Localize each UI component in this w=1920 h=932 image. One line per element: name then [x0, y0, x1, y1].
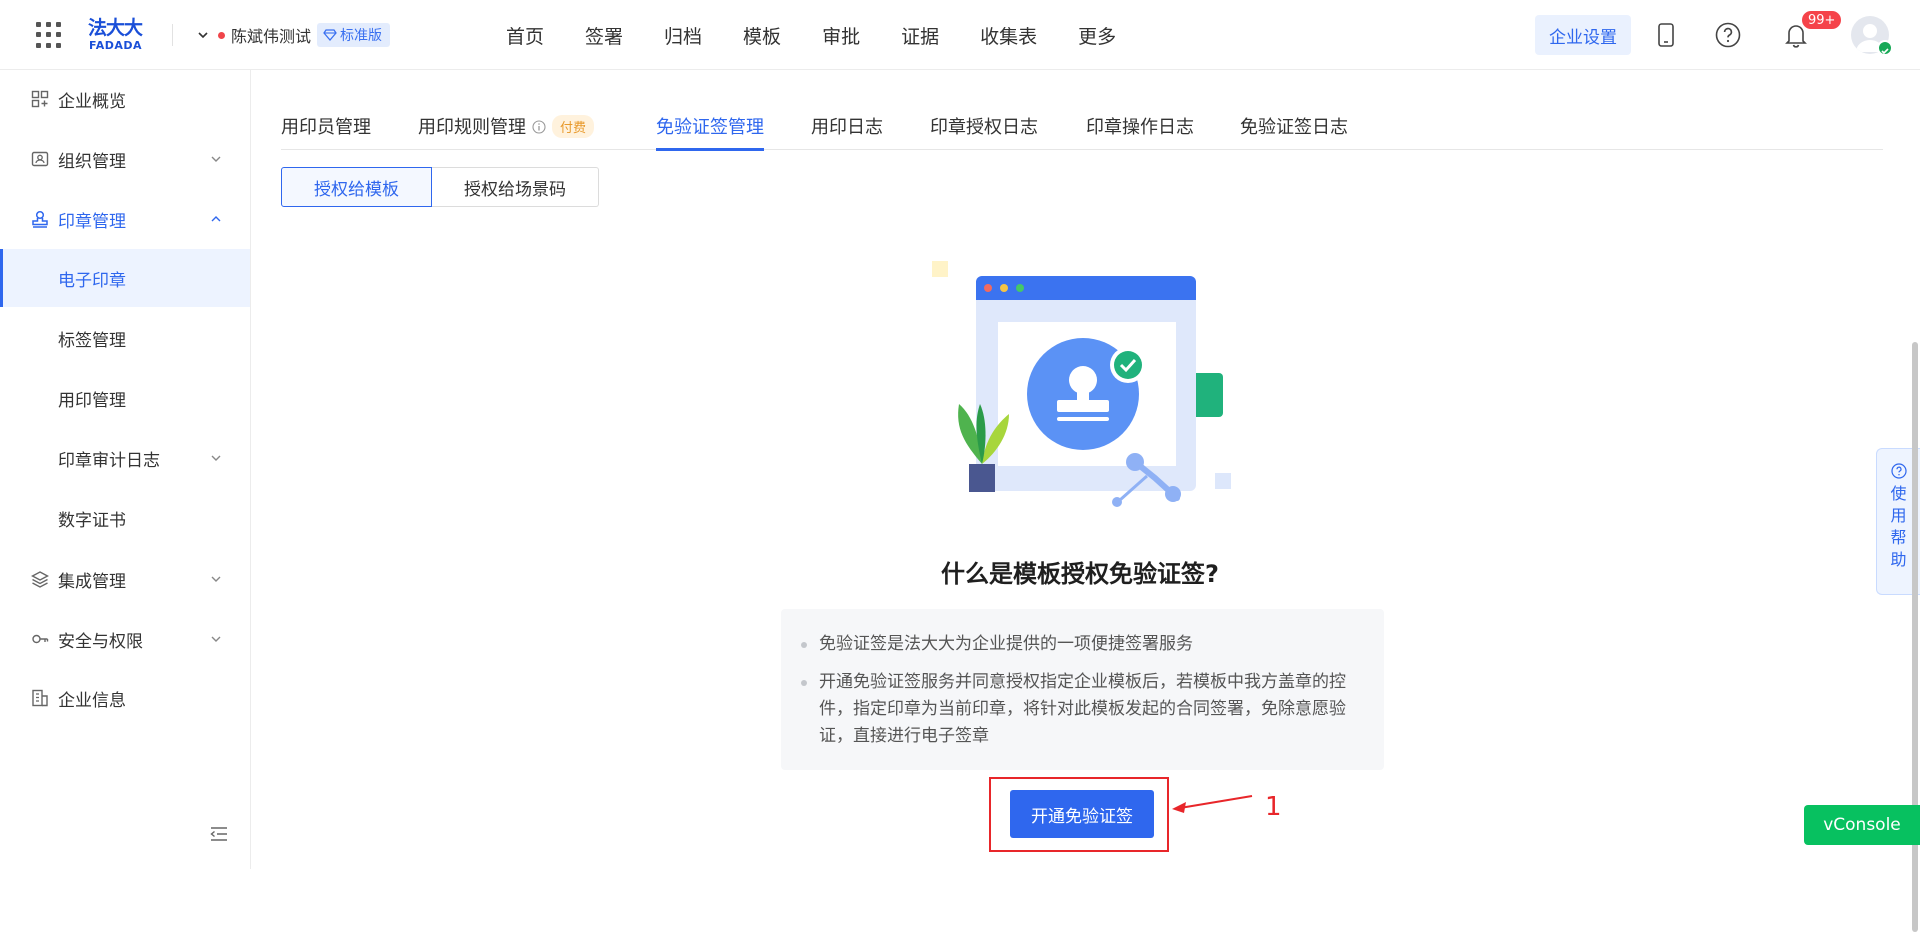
- description-box: 免验证签是法大大为企业提供的一项便捷签署服务 开通免验证签服务并同意授权指定企业…: [781, 609, 1384, 770]
- nav-home[interactable]: 首页: [506, 22, 544, 49]
- sidebar-item-seal[interactable]: 印章管理: [0, 190, 250, 248]
- layers-icon: [31, 571, 49, 588]
- org-icon: [31, 151, 49, 167]
- tab-bar: 用印员管理 用印规则管理 付费 免验证签管理 用印日志 印章授权日志 印章操作日志…: [281, 100, 1883, 151]
- sidebar-item-label: 数字证书: [58, 510, 126, 531]
- sidebar-item-label: 企业概览: [58, 91, 126, 112]
- auth-type-segment: 授权给模板 授权给场景码: [281, 167, 599, 207]
- description-item: 开通免验证签服务并同意授权指定企业模板后，若模板中我方盖章的控件，指定印章为当前…: [801, 669, 1362, 750]
- tab-seal-rules[interactable]: 用印规则管理 付费: [418, 113, 595, 150]
- sidebar-item-org[interactable]: 组织管理: [0, 130, 250, 188]
- tab-auth-log[interactable]: 印章授权日志: [930, 113, 1038, 150]
- edition-badge: 标准版: [317, 23, 391, 47]
- sidebar-item-label: 安全与权限: [58, 631, 143, 652]
- sidebar-item-enterprise-info[interactable]: 企业信息: [0, 669, 250, 727]
- segment-scene-code[interactable]: 授权给场景码: [432, 167, 599, 207]
- nav-archive[interactable]: 归档: [664, 22, 702, 49]
- chevron-down-icon: [211, 455, 221, 461]
- chevron-down-icon: [211, 576, 221, 582]
- enable-exempt-sign-button[interactable]: 开通免验证签: [1010, 790, 1154, 838]
- sidebar-item-label: 企业信息: [58, 690, 126, 711]
- chevron-down-icon: [198, 32, 208, 39]
- collapse-sidebar-icon[interactable]: [210, 826, 228, 842]
- tab-seal-log[interactable]: 用印日志: [811, 113, 883, 150]
- nav-evidence[interactable]: 证据: [901, 22, 939, 49]
- mobile-icon[interactable]: [1651, 20, 1681, 50]
- help-circle-icon[interactable]: [1713, 20, 1743, 50]
- fadada-logo[interactable]: 法大大 FADADA: [88, 18, 152, 52]
- status-dot: [218, 31, 225, 39]
- sidebar: 企业概览 组织管理 印章管理 电子印章 标签管理 用印管理 印章审计日志 数字证…: [0, 70, 251, 869]
- scrollbar[interactable]: [1912, 72, 1918, 932]
- chevron-down-icon: [211, 636, 221, 642]
- tab-exempt-log[interactable]: 免验证签日志: [1240, 113, 1348, 150]
- org-switcher[interactable]: 陈斌伟测试 标准版: [196, 22, 391, 48]
- seal-icon: [32, 210, 48, 228]
- chevron-up-icon: [211, 216, 221, 222]
- sidebar-item-label: 印章审计日志: [58, 450, 160, 471]
- apps-grid-icon[interactable]: [36, 22, 62, 48]
- nav-sign[interactable]: 签署: [585, 22, 623, 49]
- sidebar-item-label: 印章管理: [58, 211, 126, 232]
- annotation-number: 1: [1265, 792, 1282, 822]
- segment-template[interactable]: 授权给模板: [281, 167, 432, 207]
- annotation-arrow-icon: [1172, 795, 1253, 813]
- org-name: 陈斌伟测试: [231, 27, 312, 46]
- sidebar-item-label: 组织管理: [58, 151, 126, 172]
- page-heading: 什么是模板授权免验证签?: [941, 560, 1219, 588]
- edition-label: 标准版: [340, 28, 383, 44]
- sidebar-item-label: 标签管理: [58, 330, 126, 351]
- nav-forms[interactable]: 收集表: [980, 22, 1037, 49]
- nav-approval[interactable]: 审批: [822, 22, 860, 49]
- sidebar-item-overview[interactable]: 企业概览: [0, 70, 250, 128]
- tab-seal-users[interactable]: 用印员管理: [281, 113, 371, 150]
- help-circle-icon: [1890, 463, 1907, 479]
- top-bar: 法大大 FADADA 陈斌伟测试 标准版 首页 签署 归档 模板 审批 证据 收…: [0, 0, 1920, 70]
- sidebar-item-certificate[interactable]: 数字证书: [0, 489, 250, 547]
- sidebar-item-seal-usage[interactable]: 用印管理: [0, 369, 250, 427]
- logo-text-en: FADADA: [89, 39, 143, 52]
- sidebar-item-security[interactable]: 安全与权限: [0, 610, 250, 668]
- main-nav: 首页 签署 归档 模板 审批 证据 收集表 更多: [506, 0, 1157, 70]
- dashboard-icon: [31, 90, 49, 108]
- sidebar-item-label: 电子印章: [58, 270, 126, 291]
- diamond-icon: [323, 29, 337, 41]
- nav-template[interactable]: 模板: [743, 22, 781, 49]
- seal-illustration: [932, 261, 1231, 507]
- vconsole-button[interactable]: vConsole: [1804, 805, 1920, 845]
- sidebar-item-audit-log[interactable]: 印章审计日志: [0, 429, 250, 487]
- help-float-label: 使用帮助: [1890, 484, 1907, 569]
- key-icon: [32, 634, 49, 644]
- nav-more[interactable]: 更多: [1078, 22, 1116, 49]
- tab-operation-log[interactable]: 印章操作日志: [1086, 113, 1194, 150]
- sidebar-item-label: 用印管理: [58, 390, 126, 411]
- sidebar-item-integration[interactable]: 集成管理: [0, 550, 250, 608]
- description-item: 免验证签是法大大为企业提供的一项便捷签署服务: [801, 631, 1362, 658]
- verified-check-icon: [1877, 40, 1893, 56]
- tab-exempt-verify[interactable]: 免验证签管理: [656, 113, 764, 151]
- sidebar-item-tags[interactable]: 标签管理: [0, 309, 250, 367]
- building-icon: [32, 689, 48, 707]
- sidebar-item-label: 集成管理: [58, 571, 126, 592]
- notification-badge: 99+: [1800, 9, 1844, 31]
- logo-text-cn: 法大大: [88, 17, 143, 39]
- info-icon[interactable]: [532, 120, 546, 134]
- paid-tag: 付费: [552, 115, 595, 138]
- sidebar-item-e-seal[interactable]: 电子印章: [0, 249, 250, 307]
- divider: [172, 24, 173, 46]
- chevron-down-icon: [211, 156, 221, 162]
- tab-label: 用印规则管理: [418, 117, 526, 138]
- enterprise-settings-button[interactable]: 企业设置: [1535, 15, 1631, 55]
